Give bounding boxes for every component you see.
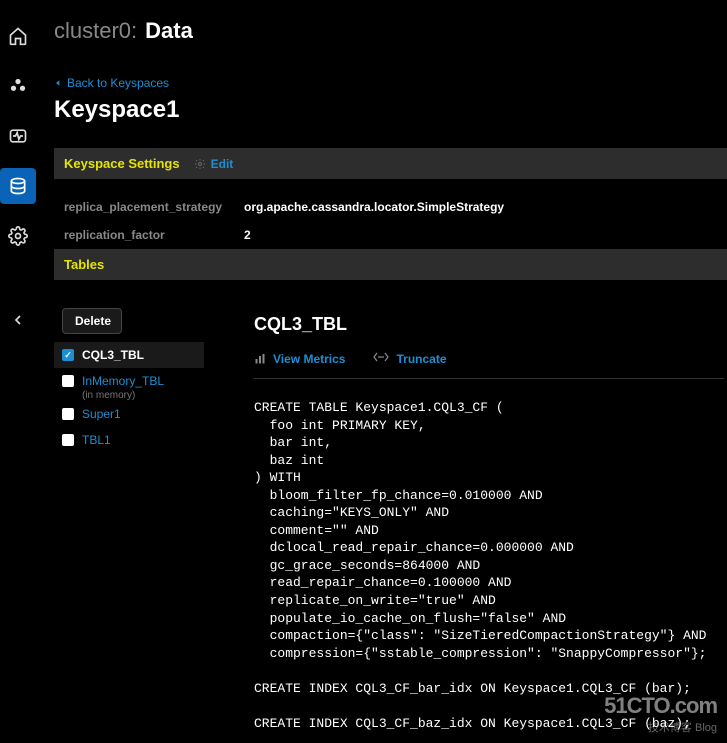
nav-home[interactable] [0, 18, 36, 54]
detail-title: CQL3_TBL [254, 314, 727, 335]
view-metrics-link[interactable]: View Metrics [254, 352, 345, 366]
sidebar-nav [0, 0, 36, 743]
database-icon [8, 176, 28, 196]
settings-key: replication_factor [64, 228, 244, 242]
breadcrumb-back[interactable]: Back to Keyspaces [54, 76, 727, 90]
divider [254, 378, 724, 379]
detail-actions: View Metrics Truncate [254, 351, 727, 366]
tables-title: Tables [54, 249, 727, 280]
table-item-cql3-tbl[interactable]: CQL3_TBL [54, 342, 204, 368]
nav-collapse[interactable] [0, 302, 36, 338]
truncate-link[interactable]: Truncate [373, 351, 446, 366]
nav-settings[interactable] [0, 218, 36, 254]
home-icon [8, 26, 28, 46]
chevron-left-icon [10, 312, 26, 328]
settings-value: org.apache.cassandra.locator.SimpleStrat… [244, 200, 504, 214]
page-title: cluster0: Data [54, 18, 727, 44]
keyspace-title: Keyspace1 [54, 96, 727, 124]
delete-button[interactable]: Delete [62, 308, 122, 334]
cluster-name-bold: Data [145, 18, 193, 44]
settings-rows: replica_placement_strategy org.apache.ca… [64, 193, 727, 249]
table-list: CQL3_TBL InMemory_TBL (in memory) Super1… [54, 342, 204, 453]
header: cluster0: Data Back to Keyspaces Keyspac… [36, 0, 727, 134]
gear-icon [194, 158, 206, 170]
table-item-tbl1[interactable]: TBL1 [54, 427, 204, 453]
truncate-label: Truncate [396, 352, 446, 366]
table-item-label: Super1 [82, 407, 121, 421]
chevron-left-icon [54, 78, 62, 88]
view-metrics-label: View Metrics [273, 352, 345, 366]
settings-key: replica_placement_strategy [64, 200, 244, 214]
settings-row: replica_placement_strategy org.apache.ca… [64, 193, 727, 221]
table-detail-panel: CQL3_TBL View Metrics Truncate CREATE TA… [204, 298, 727, 743]
nav-data[interactable] [0, 168, 36, 204]
cluster-icon [9, 77, 27, 95]
settings-bar: Keyspace Settings Edit [54, 148, 727, 179]
edit-label: Edit [211, 157, 234, 171]
bar-chart-icon [254, 353, 266, 365]
checkbox[interactable] [62, 408, 74, 420]
settings-row: replication_factor 2 [64, 221, 727, 249]
table-item-label: CQL3_TBL [82, 348, 144, 362]
cluster-name-muted: cluster0: [54, 18, 137, 44]
tables-left-panel: Delete CQL3_TBL InMemory_TBL (in memory)… [54, 298, 204, 743]
table-item-sublabel: (in memory) [74, 390, 204, 401]
tables-area: Delete CQL3_TBL InMemory_TBL (in memory)… [54, 298, 727, 743]
gear-icon [8, 226, 28, 246]
settings-title: Keyspace Settings [64, 156, 180, 171]
table-item-super1[interactable]: Super1 [54, 401, 204, 427]
settings-value: 2 [244, 228, 251, 242]
checkbox[interactable] [62, 375, 74, 387]
table-item-label: InMemory_TBL [82, 374, 164, 388]
truncate-icon [373, 351, 389, 366]
activity-icon [8, 126, 28, 146]
main-area: cluster0: Data Back to Keyspaces Keyspac… [36, 0, 727, 743]
checkbox[interactable] [62, 349, 74, 361]
edit-settings-link[interactable]: Edit [194, 157, 234, 171]
breadcrumb-label: Back to Keyspaces [67, 76, 169, 90]
table-item-label: TBL1 [82, 433, 111, 447]
nav-activity[interactable] [0, 118, 36, 154]
cql-schema-code: CREATE TABLE Keyspace1.CQL3_CF ( foo int… [254, 399, 727, 732]
nav-cluster[interactable] [0, 68, 36, 104]
checkbox[interactable] [62, 434, 74, 446]
